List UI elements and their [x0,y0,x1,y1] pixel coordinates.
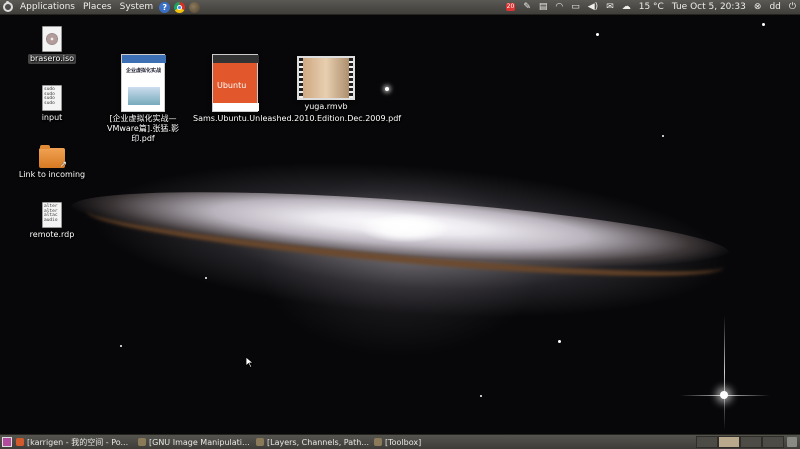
pdf-thumbnail: 企业虚拟化实战 [121,54,166,112]
taskbar-item-browser[interactable]: [karrigen - 我的空间 - Po... [14,436,134,448]
mail-notifier-icon[interactable]: 20 [502,0,520,14]
text-file-icon: sudo sudo sudo sudo [42,85,62,111]
workspace-4[interactable] [762,436,784,448]
weather-temperature[interactable]: 15 °C [635,0,668,14]
battery-icon[interactable]: ▭ [567,0,584,14]
wifi-icon[interactable]: ◠ [551,0,567,14]
taskbar-item-label: [karrigen - 我的空间 - Po... [27,437,129,447]
desktop-icon-brasero-iso[interactable]: brasero.iso [22,26,82,64]
gimp-icon [138,438,146,446]
file-preview-line: sudo [44,100,55,106]
pdf-thumbnail: Ubuntu [212,54,259,112]
menu-system[interactable]: System [116,0,158,14]
taskbar-item-gimp[interactable]: [GNU Image Manipulati... [136,436,252,448]
workspace-3[interactable] [740,436,762,448]
power-icon[interactable]: ⏻ [785,0,800,14]
desktop-icon-remote-rdp[interactable]: alter alter altac audio remote.rdp [22,202,82,240]
desktop-icon-yuga-rmvb[interactable]: yuga.rmvb [292,56,360,112]
taskbar-item-label: [GNU Image Manipulati... [149,437,250,447]
disc-image-icon [42,26,62,52]
workspace-1[interactable] [696,436,718,448]
star-spike [680,395,770,396]
user-status-icon[interactable]: ⊗ [750,0,766,14]
volume-icon[interactable]: ◀) [584,0,602,14]
mail-count-badge: 20 [505,3,516,11]
star [385,87,389,91]
menu-places[interactable]: Places [79,0,116,14]
workspace-2[interactable] [718,436,740,448]
star [480,395,482,397]
gimp-icon[interactable] [189,1,201,13]
system-tray: 20 ✎ ▤ ◠ ▭ ◀) ✉ ☁ 15 °C Tue Oct 5, 20:33… [502,0,800,14]
notes-icon[interactable]: ✎ [519,0,535,14]
star-spike [724,315,725,430]
gimp-icon [256,438,264,446]
desktop-icon-ubuntu-pdf[interactable]: Ubuntu Sams.Ubuntu.Unleashed.2010.Editio… [193,54,401,124]
workspace-switcher[interactable] [696,436,784,448]
taskbar-item-layers[interactable]: [Layers, Channels, Path... [254,436,370,448]
taskbar-item-label: [Layers, Channels, Path... [267,437,369,447]
star [596,33,599,36]
star [558,340,561,343]
firefox-icon [16,438,24,446]
desktop-icon-label: Sams.Ubuntu.Unleashed.2010.Edition.Dec.2… [193,114,401,124]
desktop-icon-link-to-incoming[interactable]: ↗ Link to incoming [14,145,90,180]
desktop-icon-input[interactable]: sudo sudo sudo sudo input [22,85,82,123]
link-arrow-icon: ↗ [59,160,67,170]
desktop-icon-label: brasero.iso [27,54,77,64]
star [205,277,207,279]
taskbar-item-toolbox[interactable]: [Toolbox] [372,436,436,448]
mail-icon[interactable]: ✉ [602,0,618,14]
trash-icon[interactable] [787,437,797,447]
mouse-pointer-icon [246,357,254,368]
desktop-icon-label: input [41,113,63,122]
menu-applications[interactable]: Applications [16,0,79,14]
clock[interactable]: Tue Oct 5, 20:33 [668,0,750,14]
weather-icon[interactable]: ☁ [618,0,635,14]
desktop-icon-vmware-pdf[interactable]: 企业虚拟化实战 [企业虚拟化实战—VMware篇].张猛.影印.pdf [102,54,184,144]
gimp-icon [374,438,382,446]
taskbar-item-label: [Toolbox] [385,437,422,447]
video-thumbnail [297,56,355,100]
cover-title: Ubuntu [217,81,247,90]
desktop-icon-label: Link to incoming [18,170,86,179]
help-icon[interactable]: ? [159,1,171,13]
cover-title: 企业虚拟化实战 [126,68,162,74]
bottom-panel: [karrigen - 我的空间 - Po... [GNU Image Mani… [0,434,800,449]
star [762,23,765,26]
desktop-icon-label: yuga.rmvb [304,102,348,111]
star [662,135,664,137]
desktop-icon-label: [企业虚拟化实战—VMware篇].张猛.影印.pdf [106,114,180,143]
galaxy-core [360,213,450,243]
ubuntu-logo-icon[interactable] [3,1,13,12]
star [120,345,122,347]
folder-link-icon: ↗ [39,145,67,170]
file-preview-line: audio [44,217,58,223]
top-panel: Applications Places System ? 20 ✎ ▤ ◠ ▭ … [0,0,800,15]
clipboard-icon[interactable]: ▤ [535,0,552,14]
desktop-icon-label: remote.rdp [29,230,75,239]
chrome-icon[interactable] [174,1,186,13]
user-name[interactable]: dd [765,0,784,14]
main-menu: Applications Places System ? [0,0,202,14]
show-desktop-icon[interactable] [2,437,12,447]
text-file-icon: alter alter altac audio [42,202,62,228]
